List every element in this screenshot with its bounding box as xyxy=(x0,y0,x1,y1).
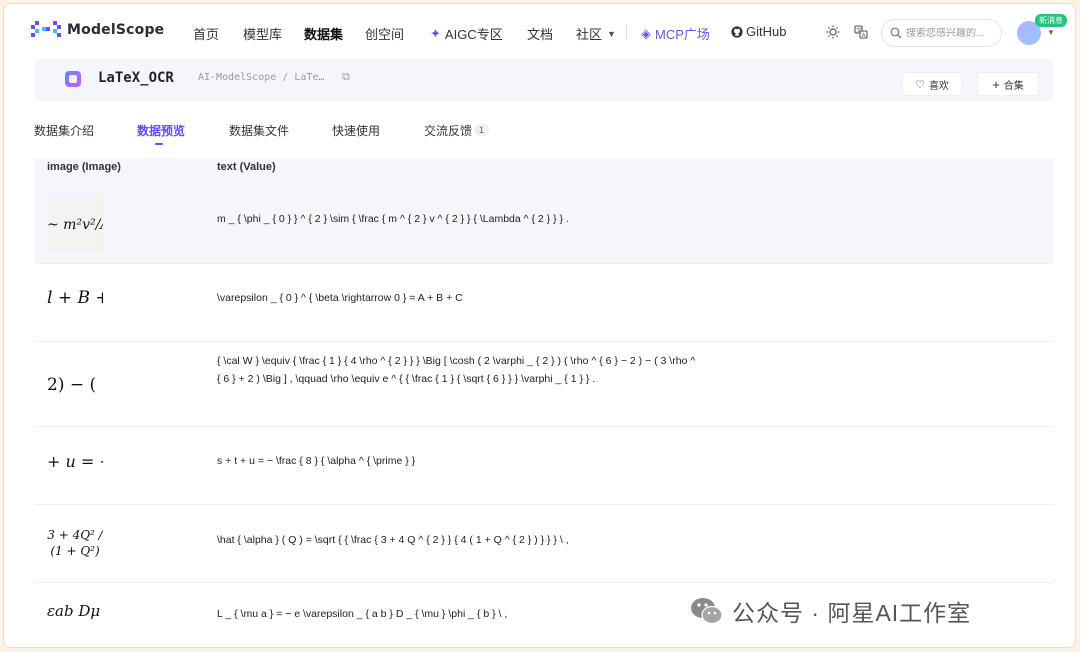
watermark: 公众号 · 阿星AI工作室 xyxy=(690,594,971,628)
collect-button[interactable]: + 合集 xyxy=(977,72,1039,96)
dataset-header: LaTeX_OCR AI-ModelScope / LaTe… ⧉ ♡ 喜欢 +… xyxy=(34,59,1054,101)
nav-home[interactable]: 首页 xyxy=(193,24,219,43)
table-row[interactable]: l + B + \varepsilon _ { 0 } ^ { \beta \r… xyxy=(34,264,1054,342)
tab-intro[interactable]: 数据集介绍 xyxy=(34,122,94,139)
nav-aigc[interactable]: ✦ AIGC专区 xyxy=(430,24,503,43)
tab-preview[interactable]: 数据预览 xyxy=(137,122,185,139)
top-navigation: ModelScope 首页 模型库 数据集 创空间 ✦ AIGC专区 文档 社区… xyxy=(4,4,1075,60)
avatar-caret-icon[interactable]: ▼ xyxy=(1047,28,1055,37)
nav-community[interactable]: 社区 ▼ xyxy=(576,24,616,43)
formula-image: + u = − xyxy=(47,449,103,473)
latex-text: s + t + u = − \frac { 8 } { \alpha ^ { \… xyxy=(217,455,416,467)
theme-toggle-button[interactable] xyxy=(822,21,844,43)
search-input[interactable] xyxy=(906,27,996,39)
app-window: ModelScope 首页 模型库 数据集 创空间 ✦ AIGC专区 文档 社区… xyxy=(3,3,1076,648)
nav-mcp-label: MCP广场 xyxy=(655,27,710,42)
nav-studios[interactable]: 创空间 xyxy=(365,24,404,43)
copy-icon[interactable]: ⧉ xyxy=(342,71,350,84)
dataset-path: AI-ModelScope / LaTe… xyxy=(198,72,325,83)
column-header-text: text (Value) xyxy=(217,161,276,173)
translate-icon: 文 A xyxy=(854,25,868,39)
data-preview-table: image (Image) text (Value) ~ m²v²/Λ². m … xyxy=(34,158,1054,643)
collect-label: 合集 xyxy=(1003,80,1024,92)
search-icon xyxy=(890,27,902,39)
formula-image-content: l + B + xyxy=(47,288,103,308)
nav-datasets[interactable]: 数据集 xyxy=(304,24,343,43)
table-row[interactable]: 3 + 4Q² / (1 + Q²) \hat { \alpha } ( Q )… xyxy=(34,505,1054,583)
feedback-count-badge: 1 xyxy=(474,124,490,136)
formula-image: ~ m²v²/Λ². xyxy=(47,198,103,252)
github-icon xyxy=(731,25,743,38)
formula-image: 3 + 4Q² / (1 + Q²) xyxy=(47,519,103,567)
formula-image: 2) − ( xyxy=(47,372,103,398)
dataset-icon xyxy=(65,71,81,87)
tab-files[interactable]: 数据集文件 xyxy=(229,122,289,139)
latex-text: L _ { \mu a } = − e \varepsilon _ { a b … xyxy=(217,608,508,620)
latex-text: \varepsilon _ { 0 } ^ { \beta \rightarro… xyxy=(217,292,463,304)
modelscope-logo-icon xyxy=(31,21,61,37)
search-box[interactable] xyxy=(881,19,1002,47)
wechat-icon xyxy=(691,598,723,625)
formula-image: l + B + xyxy=(47,286,103,310)
dataset-title: LaTeX_OCR xyxy=(98,70,174,86)
formula-image-content: ~ m²v²/Λ². xyxy=(47,217,103,233)
sparkle-icon: ✦ xyxy=(430,25,441,41)
tab-feedback[interactable]: 交流反馈 xyxy=(424,122,472,139)
nav-models[interactable]: 模型库 xyxy=(243,24,282,43)
modelscope-logo[interactable]: ModelScope xyxy=(31,21,164,39)
language-toggle-button[interactable]: 文 A xyxy=(850,21,872,43)
nav-community-label: 社区 xyxy=(576,27,603,42)
nav-aigc-label: AIGC专区 xyxy=(444,27,503,42)
formula-image-content: + u = − xyxy=(47,451,103,471)
table-row[interactable]: + u = − s + t + u = − \frac { 8 } { \alp… xyxy=(34,427,1054,505)
table-row[interactable]: ~ m²v²/Λ². m _ { \phi _ { 0 } } ^ { 2 } … xyxy=(34,186,1054,264)
latex-text: { \cal W } \equiv { \frac { 1 } { 4 \rho… xyxy=(217,355,696,385)
brand-name: ModelScope xyxy=(67,22,165,38)
nav-mcp[interactable]: ◈ MCP广场 xyxy=(641,24,710,43)
nav-github-label: GitHub xyxy=(746,24,787,39)
sun-icon xyxy=(826,25,840,39)
heart-icon: ♡ xyxy=(915,78,925,91)
caret-down-icon: ▼ xyxy=(607,28,616,39)
tab-quickstart[interactable]: 快速使用 xyxy=(332,122,380,139)
formula-image-content: 2) − ( xyxy=(47,375,97,395)
new-message-badge[interactable]: 新消息 xyxy=(1035,14,1067,27)
formula-image-content: εab Dμ xyxy=(47,602,101,620)
plus-icon: + xyxy=(992,76,1000,92)
nav-divider xyxy=(626,25,627,39)
column-header-image: image (Image) xyxy=(47,161,121,173)
latex-text: m _ { \phi _ { 0 } } ^ { 2 } \sim { \fra… xyxy=(217,213,569,225)
active-tab-indicator xyxy=(155,143,163,145)
like-label: 喜欢 xyxy=(928,80,949,92)
nav-github[interactable]: GitHub xyxy=(731,24,786,39)
table-row[interactable]: 2) − ( { \cal W } \equiv { \frac { 1 } {… xyxy=(34,342,1054,427)
mcp-icon: ◈ xyxy=(641,25,651,41)
formula-image: εab Dμ xyxy=(47,599,103,623)
latex-text: \hat { \alpha } ( Q ) = \sqrt { { \frac … xyxy=(217,534,569,546)
nav-docs[interactable]: 文档 xyxy=(527,24,553,43)
watermark-text: 公众号 · 阿星AI工作室 xyxy=(732,600,972,626)
svg-text:A: A xyxy=(862,33,866,39)
like-button[interactable]: ♡ 喜欢 xyxy=(902,72,962,96)
formula-image-content: 3 + 4Q² / (1 + Q²) xyxy=(47,528,103,558)
table-header: image (Image) text (Value) xyxy=(34,158,1054,186)
